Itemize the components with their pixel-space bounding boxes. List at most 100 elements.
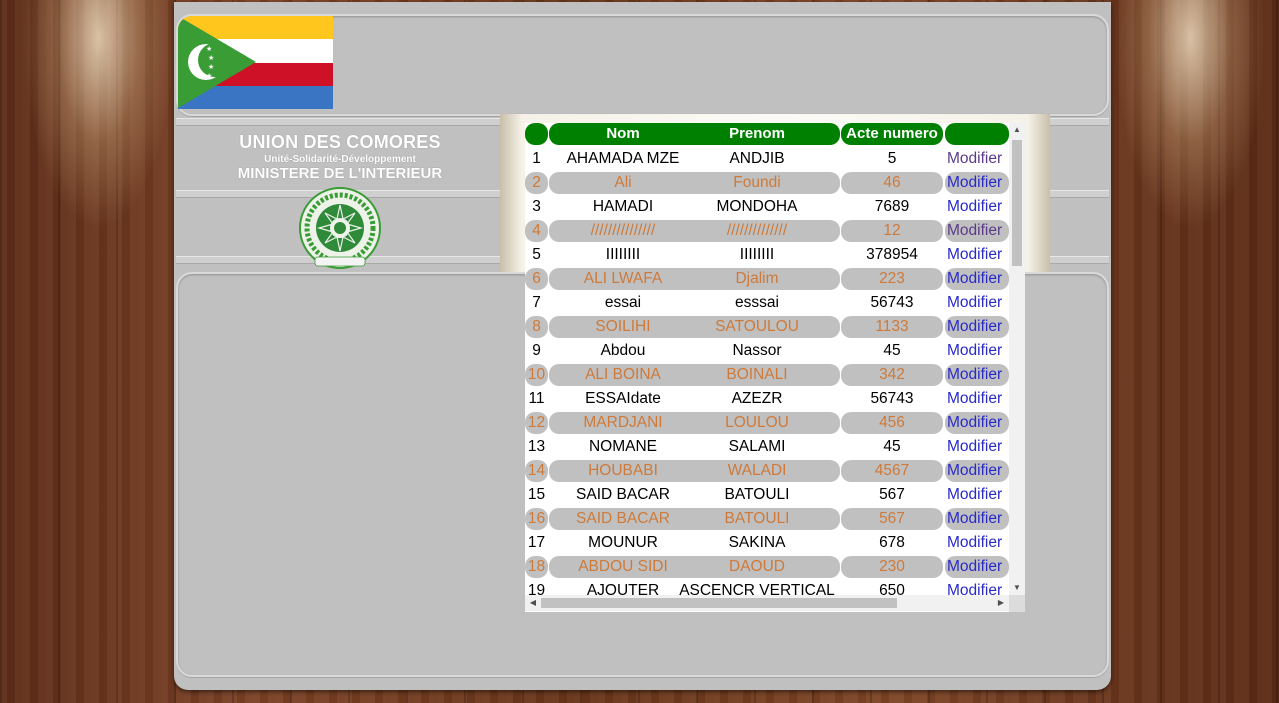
acte-numero-cell: 12 [841,220,943,242]
row-index-cell: 4 [525,220,548,242]
acte-numero-cell: 5 [887,150,897,167]
column-header-action[interactable] [945,123,1009,145]
acte-numero-cell: 456 [841,412,943,434]
acte-numero-cell: 45 [883,438,901,455]
acte-numero-cell: 223 [841,268,943,290]
prenom-cell: DAOUD [674,556,840,578]
scroll-down-arrow-icon[interactable]: ▼ [1009,581,1025,595]
acte-numero-cell: 567 [841,508,943,530]
modifier-link[interactable]: Modifier [945,220,1009,242]
table-row: 12 MARDJANI LOULOU 456 Modifier [525,411,1009,435]
table-row: 1 AHAMADA MZE ANDJIB 5 Modifier [525,147,1009,171]
country-title: UNION DES COMORES [239,132,441,152]
column-header-acte-numero[interactable]: Acte numero [841,123,943,145]
acte-numero-cell: 46 [841,172,943,194]
records-grid[interactable]: Nom Prenom Acte numero 1 AHAMADA MZE ANDJI… [525,123,1025,612]
modifier-link[interactable]: Modifier [945,364,1009,386]
modifier-link[interactable]: Modifier [945,387,1009,410]
table-row: 18 ABDOU SIDI DAOUD 230 Modifier [525,555,1009,579]
ministry-title: MINISTERE DE L'INTERIEUR [237,165,443,182]
row-index-cell: 10 [525,364,548,386]
modifier-link[interactable]: Modifier [945,508,1009,530]
scrollbar-corner [1009,595,1025,612]
acte-numero-cell: 56743 [870,390,914,407]
prenom-cell: SALAMI [728,438,786,455]
acte-numero-cell: 7689 [874,198,910,215]
table-row: 4/////////////////////////////12 Modifier [525,219,1009,243]
acte-numero-cell: 1133 [841,316,943,338]
scroll-right-arrow-icon[interactable]: ▶ [994,595,1008,611]
horizontal-scrollbar[interactable]: ◀ ▶ [525,595,1009,611]
modifier-link[interactable]: Modifier [945,412,1009,434]
scroll-up-arrow-icon[interactable]: ▲ [1009,123,1025,137]
row-index-cell: 14 [525,460,548,482]
prenom-cell: BOINALI [674,364,840,386]
modifier-link[interactable]: Modifier [945,460,1009,482]
modifier-link[interactable]: Modifier [945,172,1009,194]
modifier-link[interactable]: Modifier [945,531,1009,554]
row-index-cell: 6 [525,268,548,290]
prenom-cell: SATOULOU [674,316,840,338]
column-header-index[interactable] [525,123,548,145]
prenom-cell: esssai [735,294,779,311]
prenom-cell: Foundi [674,172,840,194]
row-index-cell: 12 [525,412,548,434]
comoros-flag: ★ ★ ★ ★ [178,16,333,109]
scroll-left-arrow-icon[interactable]: ◀ [526,595,540,611]
prenom-cell: BATOULI [724,486,790,503]
table-row: 8 SOILIHI SATOULOU 1133 Modifier [525,315,1009,339]
table-row: 5 IIIIIIII IIIIIIII 378954 Modifier [525,243,1009,267]
prenom-cell: Nassor [732,342,782,359]
table-row: 7 essai esssai 56743 Modifier [525,291,1009,315]
row-index-cell: 17 [527,534,546,551]
modifier-link[interactable]: Modifier [945,316,1009,338]
row-index-cell: 3 [532,198,541,215]
table-row: 9 Abdou Nassor 45 Modifier [525,339,1009,363]
modifier-link[interactable]: Modifier [945,556,1009,578]
modifier-link[interactable]: Modifier [945,291,1009,314]
table-row: 11 ESSAIdate AZEZR 56743 Modifier [525,387,1009,411]
horizontal-scroll-thumb[interactable] [541,598,897,608]
table-row: 14 HOUBABI WALADI 4567 Modifier [525,459,1009,483]
acte-numero-cell: 4567 [841,460,943,482]
row-index-cell: 16 [525,508,548,530]
table-row: 10 ALI BOINA BOINALI 342 Modifier [525,363,1009,387]
spotlight-left [14,0,184,380]
row-index-cell: 2 [525,172,548,194]
row-index-cell: 9 [532,342,541,359]
table-row: 17 MOUNUR SAKINA 678 Modifier [525,531,1009,555]
acte-numero-cell: 56743 [870,294,914,311]
vertical-scrollbar[interactable]: ▲ ▼ [1009,123,1025,595]
modifier-link[interactable]: Modifier [945,268,1009,290]
prenom-cell: IIIIIIII [739,246,775,263]
row-index-cell: 7 [532,294,541,311]
row-index-cell: 15 [527,486,546,503]
row-index-cell: 13 [527,438,546,455]
modifier-link[interactable]: Modifier [945,147,1009,170]
modifier-link[interactable]: Modifier [945,339,1009,362]
prenom-cell: Djalim [674,268,840,290]
table-row: 13 NOMANE SALAMI 45 Modifier [525,435,1009,459]
modifier-link[interactable]: Modifier [945,243,1009,266]
acte-numero-cell: 230 [841,556,943,578]
acte-numero-cell: 567 [879,486,905,503]
modifier-link[interactable]: Modifier [945,435,1009,458]
table-row: 15 SAID BACAR BATOULI 567 Modifier [525,483,1009,507]
modifier-link[interactable]: Modifier [945,195,1009,218]
prenom-cell: ANDJIB [729,150,785,167]
vertical-scroll-thumb[interactable] [1012,140,1022,266]
acte-numero-cell: 378954 [866,246,918,263]
row-index-cell: 18 [525,556,548,578]
modifier-link[interactable]: Modifier [945,483,1009,506]
coat-of-arms-seal-icon [299,187,381,269]
prenom-cell: BATOULI [674,508,840,530]
motto-text: Unité-Solidarité-Développement [264,154,416,165]
prenom-cell: AZEZR [731,390,783,407]
acte-numero-cell: 45 [883,342,901,359]
row-index-cell: 5 [532,246,541,263]
column-header-prenom[interactable]: Prenom [674,123,840,145]
ministry-title-block: UNION DES COMORES Unité-Solidarité-Dével… [176,132,504,182]
row-index-cell: 11 [528,390,545,407]
row-index-cell: 8 [525,316,548,338]
prenom-cell: LOULOU [674,412,840,434]
